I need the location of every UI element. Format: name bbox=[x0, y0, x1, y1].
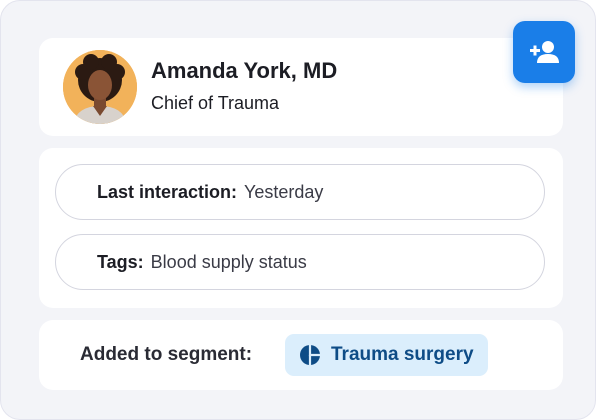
segment-card: Added to segment: Trauma surgery bbox=[39, 320, 563, 390]
contact-card: Amanda York, MD Chief of Trauma bbox=[39, 38, 563, 136]
contact-widget: Amanda York, MD Chief of Trauma Last int… bbox=[0, 0, 596, 420]
add-contact-button[interactable] bbox=[513, 21, 575, 83]
tags-label: Tags: bbox=[97, 251, 144, 272]
segment-label: Added to segment: bbox=[80, 344, 253, 365]
pie-chart-icon bbox=[300, 345, 320, 365]
avatar bbox=[63, 50, 137, 124]
details-card: Last interaction: Yesterday Tags: Blood … bbox=[39, 148, 563, 308]
person-add-icon bbox=[530, 41, 559, 63]
tags-field[interactable]: Tags: Blood supply status bbox=[55, 234, 545, 290]
last-interaction-value: Yesterday bbox=[244, 181, 324, 202]
segment-chip[interactable]: Trauma surgery bbox=[285, 334, 488, 376]
contact-title: Chief of Trauma bbox=[151, 93, 280, 113]
tags-value: Blood supply status bbox=[150, 251, 307, 272]
segment-name: Trauma surgery bbox=[331, 344, 474, 365]
person-portrait-icon bbox=[63, 50, 137, 124]
last-interaction-label: Last interaction: bbox=[97, 181, 238, 202]
contact-name: Amanda York, MD bbox=[151, 58, 338, 83]
last-interaction-field[interactable]: Last interaction: Yesterday bbox=[55, 164, 545, 220]
